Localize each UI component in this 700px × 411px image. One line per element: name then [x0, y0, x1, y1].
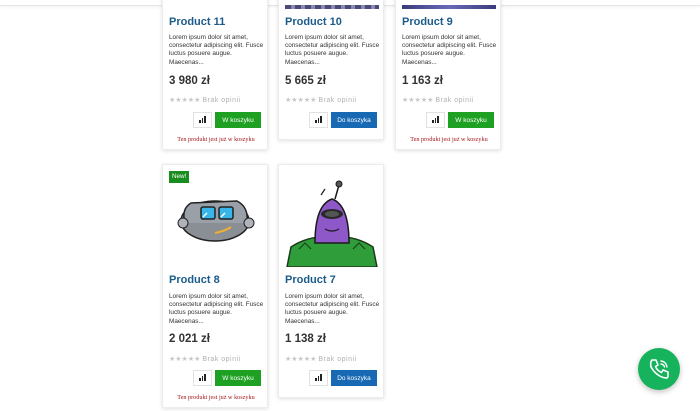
in-cart-button[interactable]: W koszyku: [215, 370, 261, 386]
star-icon: ★★★★★: [169, 97, 201, 104]
product-price: 2 021 zł: [169, 333, 210, 345]
product-rating: ★★★★★ Brak opinii: [169, 96, 241, 104]
product-rating: ★★★★★ Brak opinii: [169, 355, 241, 363]
product-card[interactable]: Product 11 Lorem ipsum dolor sit amet, c…: [162, 0, 268, 150]
product-title[interactable]: Product 9: [402, 16, 453, 28]
in-cart-button[interactable]: W koszyku: [448, 112, 494, 128]
rating-label: Brak opinii: [435, 97, 474, 104]
product-card[interactable]: Product 10 Lorem ipsum dolor sit amet, c…: [278, 0, 384, 140]
product-image[interactable]: [279, 0, 383, 9]
product-actions: W koszyku: [426, 112, 494, 128]
add-to-cart-button[interactable]: Do koszyka: [331, 370, 377, 386]
call-button[interactable]: [638, 348, 680, 390]
add-to-cart-button[interactable]: Do koszyka: [331, 112, 377, 128]
product-card[interactable]: Product 9 Lorem ipsum dolor sit amet, co…: [395, 0, 501, 150]
product-rating: ★★★★★ Brak opinii: [285, 96, 357, 104]
bar-chart-icon: [199, 120, 201, 123]
compare-button[interactable]: [193, 112, 212, 128]
rating-label: Brak opinii: [318, 356, 357, 363]
product-title[interactable]: Product 7: [285, 274, 336, 286]
product-image[interactable]: [163, 0, 267, 11]
product-description: Lorem ipsum dolor sit amet, consectetur …: [169, 293, 264, 325]
star-icon: ★★★★★: [169, 356, 201, 363]
product-price: 3 980 zł: [169, 75, 210, 87]
new-badge: New!: [169, 171, 190, 183]
phone-icon: [649, 359, 669, 379]
in-cart-note: Ten produkt jest już w koszyku: [177, 136, 255, 143]
in-cart-note: Ten produkt jest już w koszyku: [410, 136, 488, 143]
star-icon: ★★★★★: [285, 356, 317, 363]
product-actions: Do koszyka: [309, 370, 377, 386]
in-cart-note: Ten produkt jest już w koszyku: [177, 394, 255, 401]
star-icon: ★★★★★: [402, 97, 434, 104]
bar-chart-icon: [199, 378, 201, 381]
product-description: Lorem ipsum dolor sit amet, consectetur …: [285, 34, 380, 66]
product-card[interactable]: New! Product 8 Lorem ipsum dolor sit ame…: [162, 164, 268, 408]
alien-robot-illustration: [286, 180, 378, 267]
rating-label: Brak opinii: [202, 97, 241, 104]
product-description: Lorem ipsum dolor sit amet, consectetur …: [285, 293, 380, 325]
robot-head-image[interactable]: New!: [163, 165, 267, 267]
product-rating: ★★★★★ Brak opinii: [285, 355, 357, 363]
product-rating: ★★★★★ Brak opinii: [402, 96, 474, 104]
alien-robot-image[interactable]: [279, 165, 383, 267]
bar-chart-icon: [315, 378, 317, 381]
product-description: Lorem ipsum dolor sit amet, consectetur …: [402, 34, 497, 66]
product-image[interactable]: [396, 0, 500, 9]
compare-button[interactable]: [426, 112, 445, 128]
product-actions: W koszyku: [193, 370, 261, 386]
product-price: 1 163 zł: [402, 75, 443, 87]
product-title[interactable]: Product 11: [169, 16, 225, 28]
rating-label: Brak opinii: [202, 356, 241, 363]
product-price: 5 665 zł: [285, 75, 326, 87]
rating-label: Brak opinii: [318, 97, 357, 104]
product-actions: Do koszyka: [309, 112, 377, 128]
product-title[interactable]: Product 10: [285, 16, 342, 28]
in-cart-button[interactable]: W koszyku: [215, 112, 261, 128]
product-actions: W koszyku: [193, 112, 261, 128]
bar-chart-icon: [315, 120, 317, 123]
star-icon: ★★★★★: [285, 97, 317, 104]
product-title[interactable]: Product 8: [169, 274, 220, 286]
bar-chart-icon: [432, 120, 434, 123]
compare-button[interactable]: [193, 370, 212, 386]
product-price: 1 138 zł: [285, 333, 326, 345]
product-description: Lorem ipsum dolor sit amet, consectetur …: [169, 34, 264, 66]
compare-button[interactable]: [309, 370, 328, 386]
product-card[interactable]: Product 7 Lorem ipsum dolor sit amet, co…: [278, 164, 384, 398]
compare-button[interactable]: [309, 112, 328, 128]
